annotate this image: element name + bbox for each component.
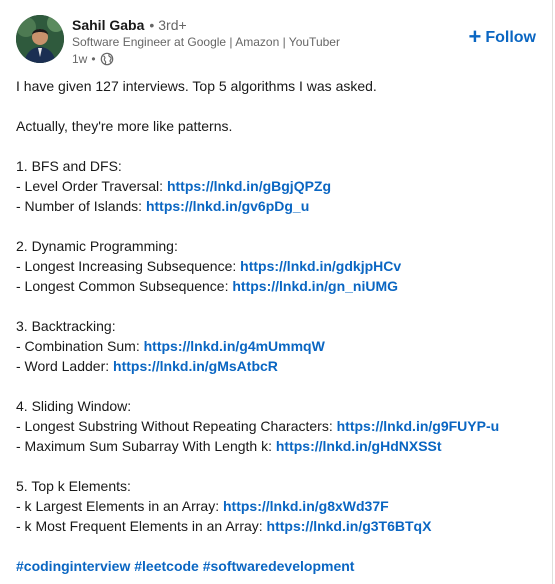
follow-button[interactable]: + Follow xyxy=(468,24,536,49)
item-label: - Combination Sum: xyxy=(16,338,144,354)
item-label: - Longest Substring Without Repeating Ch… xyxy=(16,418,337,434)
post-time: 1w xyxy=(72,52,88,66)
hashtags: #codinginterview #leetcode #softwaredeve… xyxy=(16,556,536,576)
item-link[interactable]: https://lnkd.in/gBgjQPZg xyxy=(167,178,331,194)
list-item: - Longest Common Subsequence: https://ln… xyxy=(16,276,536,296)
post-meta: 1w • xyxy=(72,51,114,67)
list-item: - Number of Islands: https://lnkd.in/gv6… xyxy=(16,196,536,216)
post-patterns-line: Actually, they're more like patterns. xyxy=(16,118,233,134)
author-avatar[interactable] xyxy=(16,15,64,63)
list-item: - Level Order Traversal: https://lnkd.in… xyxy=(16,176,536,196)
list-item: - k Most Frequent Elements in an Array: … xyxy=(16,516,536,536)
item-link[interactable]: https://lnkd.in/g3T6BTqX xyxy=(267,518,432,534)
hashtag[interactable]: #codinginterview xyxy=(16,558,130,574)
item-label: - Word Ladder: xyxy=(16,358,114,374)
item-label: - Longest Increasing Subsequence: xyxy=(16,258,241,274)
item-link[interactable]: https://lnkd.in/gdkjpHCv xyxy=(240,258,401,274)
name-separator: • xyxy=(149,17,155,33)
time-separator: • xyxy=(91,52,96,66)
section-heading: 5. Top k Elements: xyxy=(16,478,131,494)
item-label: - Maximum Sum Subarray With Length k: xyxy=(16,438,276,454)
avatar-photo xyxy=(16,15,64,63)
author-name[interactable]: Sahil Gaba xyxy=(72,17,144,33)
section-heading: 1. BFS and DFS: xyxy=(16,158,122,174)
item-label: - k Most Frequent Elements in an Array: xyxy=(16,518,267,534)
author-name-line: Sahil Gaba • 3rd+ xyxy=(72,16,187,34)
section-heading: 3. Backtracking: xyxy=(16,318,116,334)
plus-icon: + xyxy=(468,24,482,49)
connection-degree: 3rd+ xyxy=(158,17,187,33)
author-headline: Software Engineer at Google | Amazon | Y… xyxy=(72,35,340,49)
item-link[interactable]: https://lnkd.in/g9FUYP-u xyxy=(337,418,500,434)
item-label: - Number of Islands: xyxy=(16,198,146,214)
item-label: - Longest Common Subsequence: xyxy=(16,278,233,294)
list-item: - Maximum Sum Subarray With Length k: ht… xyxy=(16,436,536,456)
section-heading: 4. Sliding Window: xyxy=(16,398,132,414)
hashtag[interactable]: #leetcode xyxy=(134,558,199,574)
hashtag[interactable]: #softwaredevelopment xyxy=(203,558,355,574)
item-link[interactable]: https://lnkd.in/g4mUmmqW xyxy=(144,338,325,354)
globe-icon xyxy=(100,52,114,66)
item-link[interactable]: https://lnkd.in/gn_niUMG xyxy=(232,278,398,294)
list-item: - Longest Substring Without Repeating Ch… xyxy=(16,416,536,436)
section-heading: 2. Dynamic Programming: xyxy=(16,238,178,254)
feed-post: Sahil Gaba • 3rd+ Software Engineer at G… xyxy=(0,0,553,584)
item-link[interactable]: https://lnkd.in/g8xWd37F xyxy=(223,498,389,514)
list-item: - Longest Increasing Subsequence: https:… xyxy=(16,256,536,276)
item-link[interactable]: https://lnkd.in/gMsAtbcR xyxy=(113,358,278,374)
list-item: - k Largest Elements in an Array: https:… xyxy=(16,496,536,516)
list-item: - Combination Sum: https://lnkd.in/g4mUm… xyxy=(16,336,536,356)
post-intro: I have given 127 interviews. Top 5 algor… xyxy=(16,78,377,94)
item-label: - k Largest Elements in an Array: xyxy=(16,498,223,514)
item-link[interactable]: https://lnkd.in/gv6pDg_u xyxy=(146,198,309,214)
post-body: I have given 127 interviews. Top 5 algor… xyxy=(16,76,536,576)
item-link[interactable]: https://lnkd.in/gHdNXSSt xyxy=(276,438,442,454)
item-label: - Level Order Traversal: xyxy=(16,178,167,194)
follow-label: Follow xyxy=(485,29,536,46)
list-item: - Word Ladder: https://lnkd.in/gMsAtbcR xyxy=(16,356,536,376)
